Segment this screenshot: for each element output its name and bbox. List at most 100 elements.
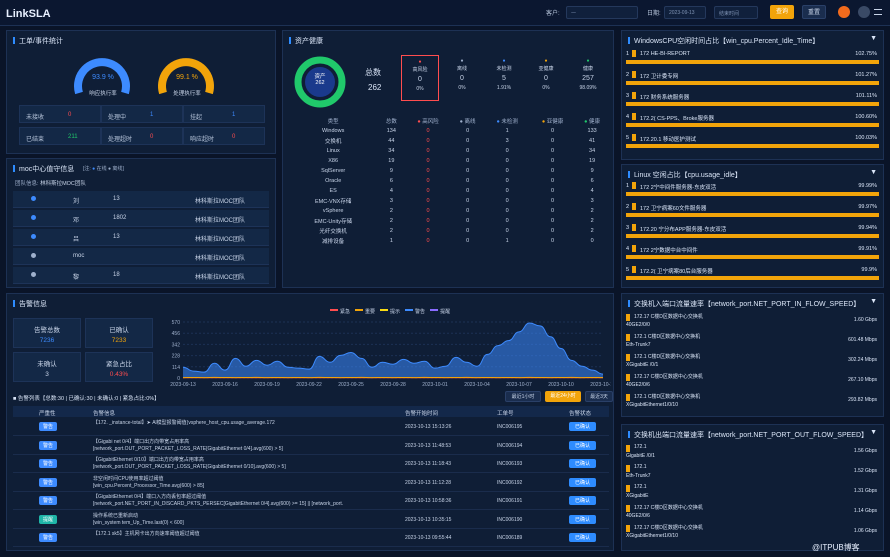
flag-icon bbox=[632, 71, 636, 78]
flag-icon bbox=[632, 245, 636, 252]
legend-label[interactable]: 提示 bbox=[390, 309, 400, 315]
filter-1h[interactable]: 最近1小时 bbox=[505, 391, 541, 402]
avatar[interactable] bbox=[838, 6, 850, 18]
handle-rate-label: 处理执行率 bbox=[173, 91, 201, 97]
ticket-id[interactable]: INC006189 bbox=[497, 535, 522, 541]
table-row[interactable]: 警告 【GigabitEthernet 0/4】端口入方向丢包率超过阈值 [netw… bbox=[13, 492, 609, 510]
rank-item: 4 172.2( CS-PPS、Broke服务器 100.60% bbox=[622, 112, 883, 132]
column-header: 告警信息 bbox=[93, 411, 116, 417]
status-dot bbox=[31, 272, 36, 277]
legend-swatch bbox=[405, 309, 414, 311]
status-badge[interactable]: 已确认 bbox=[569, 459, 597, 468]
rank-item: 172.1 C楼D区数据中心交换机 XGigabitE /0/1 302.24 Mb… bbox=[626, 354, 877, 368]
menu-icon[interactable] bbox=[874, 9, 882, 15]
ticket-id[interactable]: INC006195 bbox=[497, 424, 522, 430]
stat-cell: 挂起 1 bbox=[183, 105, 265, 123]
linux-cpu-panel: Linux 空闲占比【cpu.usage_idle】 ▼ 1 172 2宁中间件服… bbox=[621, 164, 884, 288]
severity-badge: 警告 bbox=[39, 496, 58, 505]
stat-cell: 已结束 211 bbox=[19, 127, 101, 145]
column-header: 严重性 bbox=[39, 411, 56, 417]
member-name: 邓 bbox=[73, 218, 80, 224]
flag-icon bbox=[626, 334, 630, 341]
panel-title: 交换机入端口流量速率【network_port.NET_PORT_IN_FLOW… bbox=[628, 299, 860, 309]
alarm-time: 2023-10-13 11:48:53 bbox=[405, 442, 452, 449]
progress-bar bbox=[626, 123, 879, 127]
alarm-time: 2023-10-13 10:58:36 bbox=[405, 498, 452, 504]
status-badge[interactable]: 已确认 bbox=[569, 496, 597, 505]
rank-item: 172.17 C楼D区数据中心交换机 40GE2/0/0 1.60 Gbps bbox=[626, 314, 877, 328]
ticket-id[interactable]: INC006193 bbox=[497, 461, 522, 467]
progress-bar bbox=[626, 81, 879, 85]
status-badge[interactable]: 已确认 bbox=[569, 477, 597, 487]
status-badge[interactable]: 已确认 bbox=[569, 514, 597, 524]
column-header: 总数 bbox=[385, 118, 397, 125]
x-tick-label: 2023-09-25 bbox=[338, 382, 364, 388]
table-row: SqlServer 9 0 0 0 0 9 bbox=[321, 168, 594, 174]
table-row[interactable]: 警告 【Gigabi net 0/4】端口出方向带宽占用率高 [network_po… bbox=[13, 437, 609, 455]
table-row[interactable]: 警告 【172. _instance-total】➤ Al模型报警阈值(vsphe… bbox=[13, 418, 609, 436]
member-phone: 13 bbox=[113, 196, 120, 202]
ticket-id[interactable]: INC006194 bbox=[497, 443, 522, 449]
filter-icon[interactable]: ▼ bbox=[870, 169, 877, 176]
member-name: 黎 bbox=[73, 275, 80, 281]
flag-icon bbox=[632, 224, 636, 231]
ticket-id[interactable]: INC006190 bbox=[497, 517, 522, 523]
x-tick-label: 2023-09-13 bbox=[170, 382, 196, 388]
alarm-time: 2023-10-13 10:35:15 bbox=[405, 516, 452, 523]
flag-icon bbox=[632, 182, 636, 189]
asset-table: 类型 总数 ● 高风险 ● 离线 ● 未检测 ● 亚健康 ● 健康 Windows 134 0 0 1… bbox=[289, 115, 609, 246]
member-team: 林科斯拉MOC团队 bbox=[195, 218, 245, 224]
column-header: 类型 bbox=[327, 118, 339, 125]
customer-select[interactable]: 一 bbox=[566, 6, 638, 19]
query-button[interactable]: 查询 bbox=[770, 5, 794, 19]
flag-icon bbox=[632, 266, 636, 273]
legend-label[interactable]: 警告 bbox=[415, 309, 425, 315]
member-team: 林科斯拉MOC团队 bbox=[195, 275, 245, 281]
flag-icon bbox=[626, 525, 630, 532]
filter-3d[interactable]: 最近3天 bbox=[585, 391, 613, 402]
table-row[interactable]: 提醒 操作系统已重新启动 [win_system tem_Up_Time.last(… bbox=[13, 511, 609, 529]
status-badge[interactable]: 已确认 bbox=[569, 440, 597, 450]
legend-label[interactable]: 提醒 bbox=[440, 309, 450, 315]
table-row: Oracle 6 0 0 0 0 6 bbox=[325, 178, 594, 184]
table-row[interactable]: 警告 【GigabitEthernet 0/10】端口出方向带宽占用率高 [netw… bbox=[13, 455, 609, 473]
x-tick-label: 2023-10-04 bbox=[464, 382, 490, 388]
progress-bar bbox=[626, 102, 879, 106]
customer-label: 客户: bbox=[546, 11, 560, 17]
table-row: 交换机 44 0 0 3 0 41 bbox=[324, 138, 596, 145]
response-rate-label: 响应执行率 bbox=[89, 91, 117, 97]
user-icon[interactable] bbox=[858, 6, 870, 18]
filter-icon[interactable]: ▼ bbox=[870, 35, 877, 42]
ticket-id[interactable]: INC006192 bbox=[497, 480, 522, 486]
member-name: 吕 bbox=[73, 237, 80, 243]
status-badge[interactable]: 已确认 bbox=[569, 533, 597, 542]
date-label: 日期: bbox=[647, 11, 661, 17]
status-dot bbox=[31, 196, 36, 201]
date-from-input[interactable]: 2023-09-13 bbox=[664, 6, 706, 19]
flag-icon bbox=[626, 465, 630, 472]
reset-button[interactable]: 重置 bbox=[802, 5, 826, 19]
filter-icon[interactable]: ▼ bbox=[870, 429, 877, 436]
list-item: 刘 13 林科斯拉MOC团队 bbox=[13, 191, 269, 208]
alarm-message: 【172.1 sk5】主机网卡出方向速率阈值超过阈值 bbox=[93, 531, 200, 537]
status-badge[interactable]: 已确认 bbox=[569, 422, 597, 431]
rank-item: 3 172 财务系统服务器 101.11% bbox=[622, 91, 883, 111]
x-tick-label: 2023-09-28 bbox=[380, 382, 406, 388]
panel-title: moc中心值守信息 bbox=[13, 164, 74, 174]
table-row[interactable]: 警告 非空闲时间CPU使用率超过阈值 [win_cpu.Percent_Proces… bbox=[13, 474, 609, 492]
filter-icon[interactable]: ▼ bbox=[870, 298, 877, 305]
flag-icon bbox=[632, 203, 636, 210]
filter-24h[interactable]: 最近24小时 bbox=[545, 391, 581, 402]
donut-label: 资产 bbox=[314, 74, 326, 80]
rank-item: 3 172.20 宁分布APP服务器-东皮双活 99.94% bbox=[622, 223, 883, 243]
legend-label[interactable]: 紧急 bbox=[340, 309, 350, 315]
panel-title: 交换机出端口流量速率【network_port.NET_PORT_OUT_FLO… bbox=[628, 430, 868, 440]
progress-bar bbox=[626, 255, 879, 259]
date-to-input[interactable]: 结束时间 bbox=[714, 6, 758, 19]
ticket-id[interactable]: INC006191 bbox=[497, 498, 522, 504]
rank-item: 172.1 C楼D区数据中心交换机 XGigabitEthernet1/0/10 2… bbox=[626, 394, 877, 408]
legend-label[interactable]: 重要 bbox=[365, 309, 375, 315]
table-row[interactable]: 警告 【172.1 sk5】主机网卡出方向速率阈值超过阈值 2023-10-13 0… bbox=[13, 529, 609, 547]
team-info: 团队信息: 林科斯拉MOC团队 bbox=[15, 181, 86, 187]
panel-title: Linux 空闲占比【cpu.usage_idle】 bbox=[628, 170, 742, 180]
